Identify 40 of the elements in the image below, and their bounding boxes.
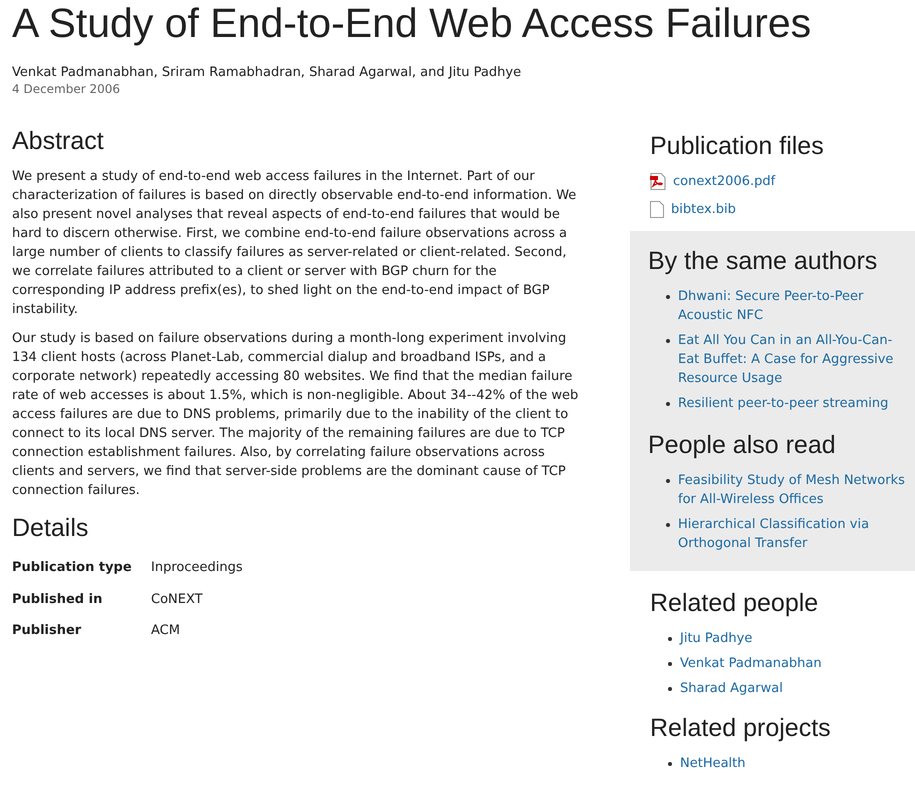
bullet-icon (666, 479, 670, 483)
section-heading: By the same authors (648, 246, 878, 277)
link[interactable]: Jitu Padhye (680, 629, 752, 648)
bullet-icon (668, 637, 672, 641)
link[interactable]: Eat All You Can in an All-You-Can-Eat Buffet: A Case for Aggressive Resource Usage (678, 331, 909, 388)
detail-label: Publication type (12, 559, 133, 577)
section-heading: People also read (648, 430, 837, 461)
file-link[interactable]: conext2006.pdf (673, 172, 776, 192)
link[interactable]: Sharad Agarwal (680, 679, 783, 698)
detail-label: Publisher (12, 622, 82, 640)
bullet-icon (668, 687, 672, 691)
page-title: A Study of End-to-End Web Access Failures (12, 0, 812, 46)
section-heading: Related people (650, 588, 820, 619)
abstract-paragraph: We present a study of end-to-end web access failures in the Internet. Part of our characterization of failures is based on directly observable end-to-end information. We also present novel analyses that reveal aspects of end-to-end failures that would be hard to discern otherwise. First, we combine end-to-end failure observations across a large number of clients to classify failures as server-related or client-related. Second, we correlate failures attributed to a client or server with BGP churn for the corresponding IP address prefix(es), to shed light on the end-to-end impact of BGP instability. (12, 168, 578, 319)
file-link[interactable]: bibtex.bib (671, 200, 736, 219)
bullet-icon (668, 762, 672, 766)
pdf-file-icon (650, 173, 666, 190)
detail-value: CoNEXT (151, 590, 203, 608)
bullet-icon (668, 662, 672, 666)
bullet-icon (666, 295, 670, 299)
detail-label: Published in (12, 590, 104, 608)
section-heading: Details (12, 513, 90, 544)
bullet-icon (666, 402, 670, 406)
link[interactable]: NetHealth (680, 754, 746, 773)
link[interactable]: Feasibility Study of Mesh Networks for All-Wireless Offices (678, 471, 909, 509)
section-heading: Abstract (12, 126, 105, 157)
link[interactable]: Hierarchical Classification via Orthogonal Transfer (678, 515, 909, 553)
link[interactable]: Resilient peer-to-peer streaming (678, 394, 888, 413)
publication-date: 4 December 2006 (12, 81, 122, 98)
link[interactable]: Venkat Padmanabhan (680, 654, 822, 673)
section-heading: Publication files (650, 131, 825, 162)
abstract-paragraph: Our study is based on failure observations during a month-long experiment involving 134 client hosts (across Planet-Lab, commercial dialup and broadband ISPs, and a corporate network) repeatedly accessing 80 websites. We find that the median failure rate of web accesses is about 1.5%, which is non-negligible. About 34--42% of the web access failures are due to DNS problems, primarily due to the inability of the client to connect to its local DNS server. The majority of the remaining failures are due to TCP connection establishment failures. Also, by correlating failure observations across clients and servers, we find that server-side problems are the dominant cause of TCP connection failures. (12, 330, 580, 500)
detail-value: Inproceedings (151, 559, 243, 577)
detail-value: ACM (151, 622, 180, 640)
bullet-icon (666, 339, 670, 343)
authors: Venkat Padmanabhan, Sriram Ramabhadran, Sharad Agarwal, and Jitu Padhye (12, 64, 522, 81)
bullet-icon (666, 523, 670, 527)
section-heading: Related projects (650, 713, 832, 744)
file-icon (650, 200, 664, 218)
link[interactable]: Dhwani: Secure Peer-to-Peer Acoustic NFC (678, 287, 909, 325)
